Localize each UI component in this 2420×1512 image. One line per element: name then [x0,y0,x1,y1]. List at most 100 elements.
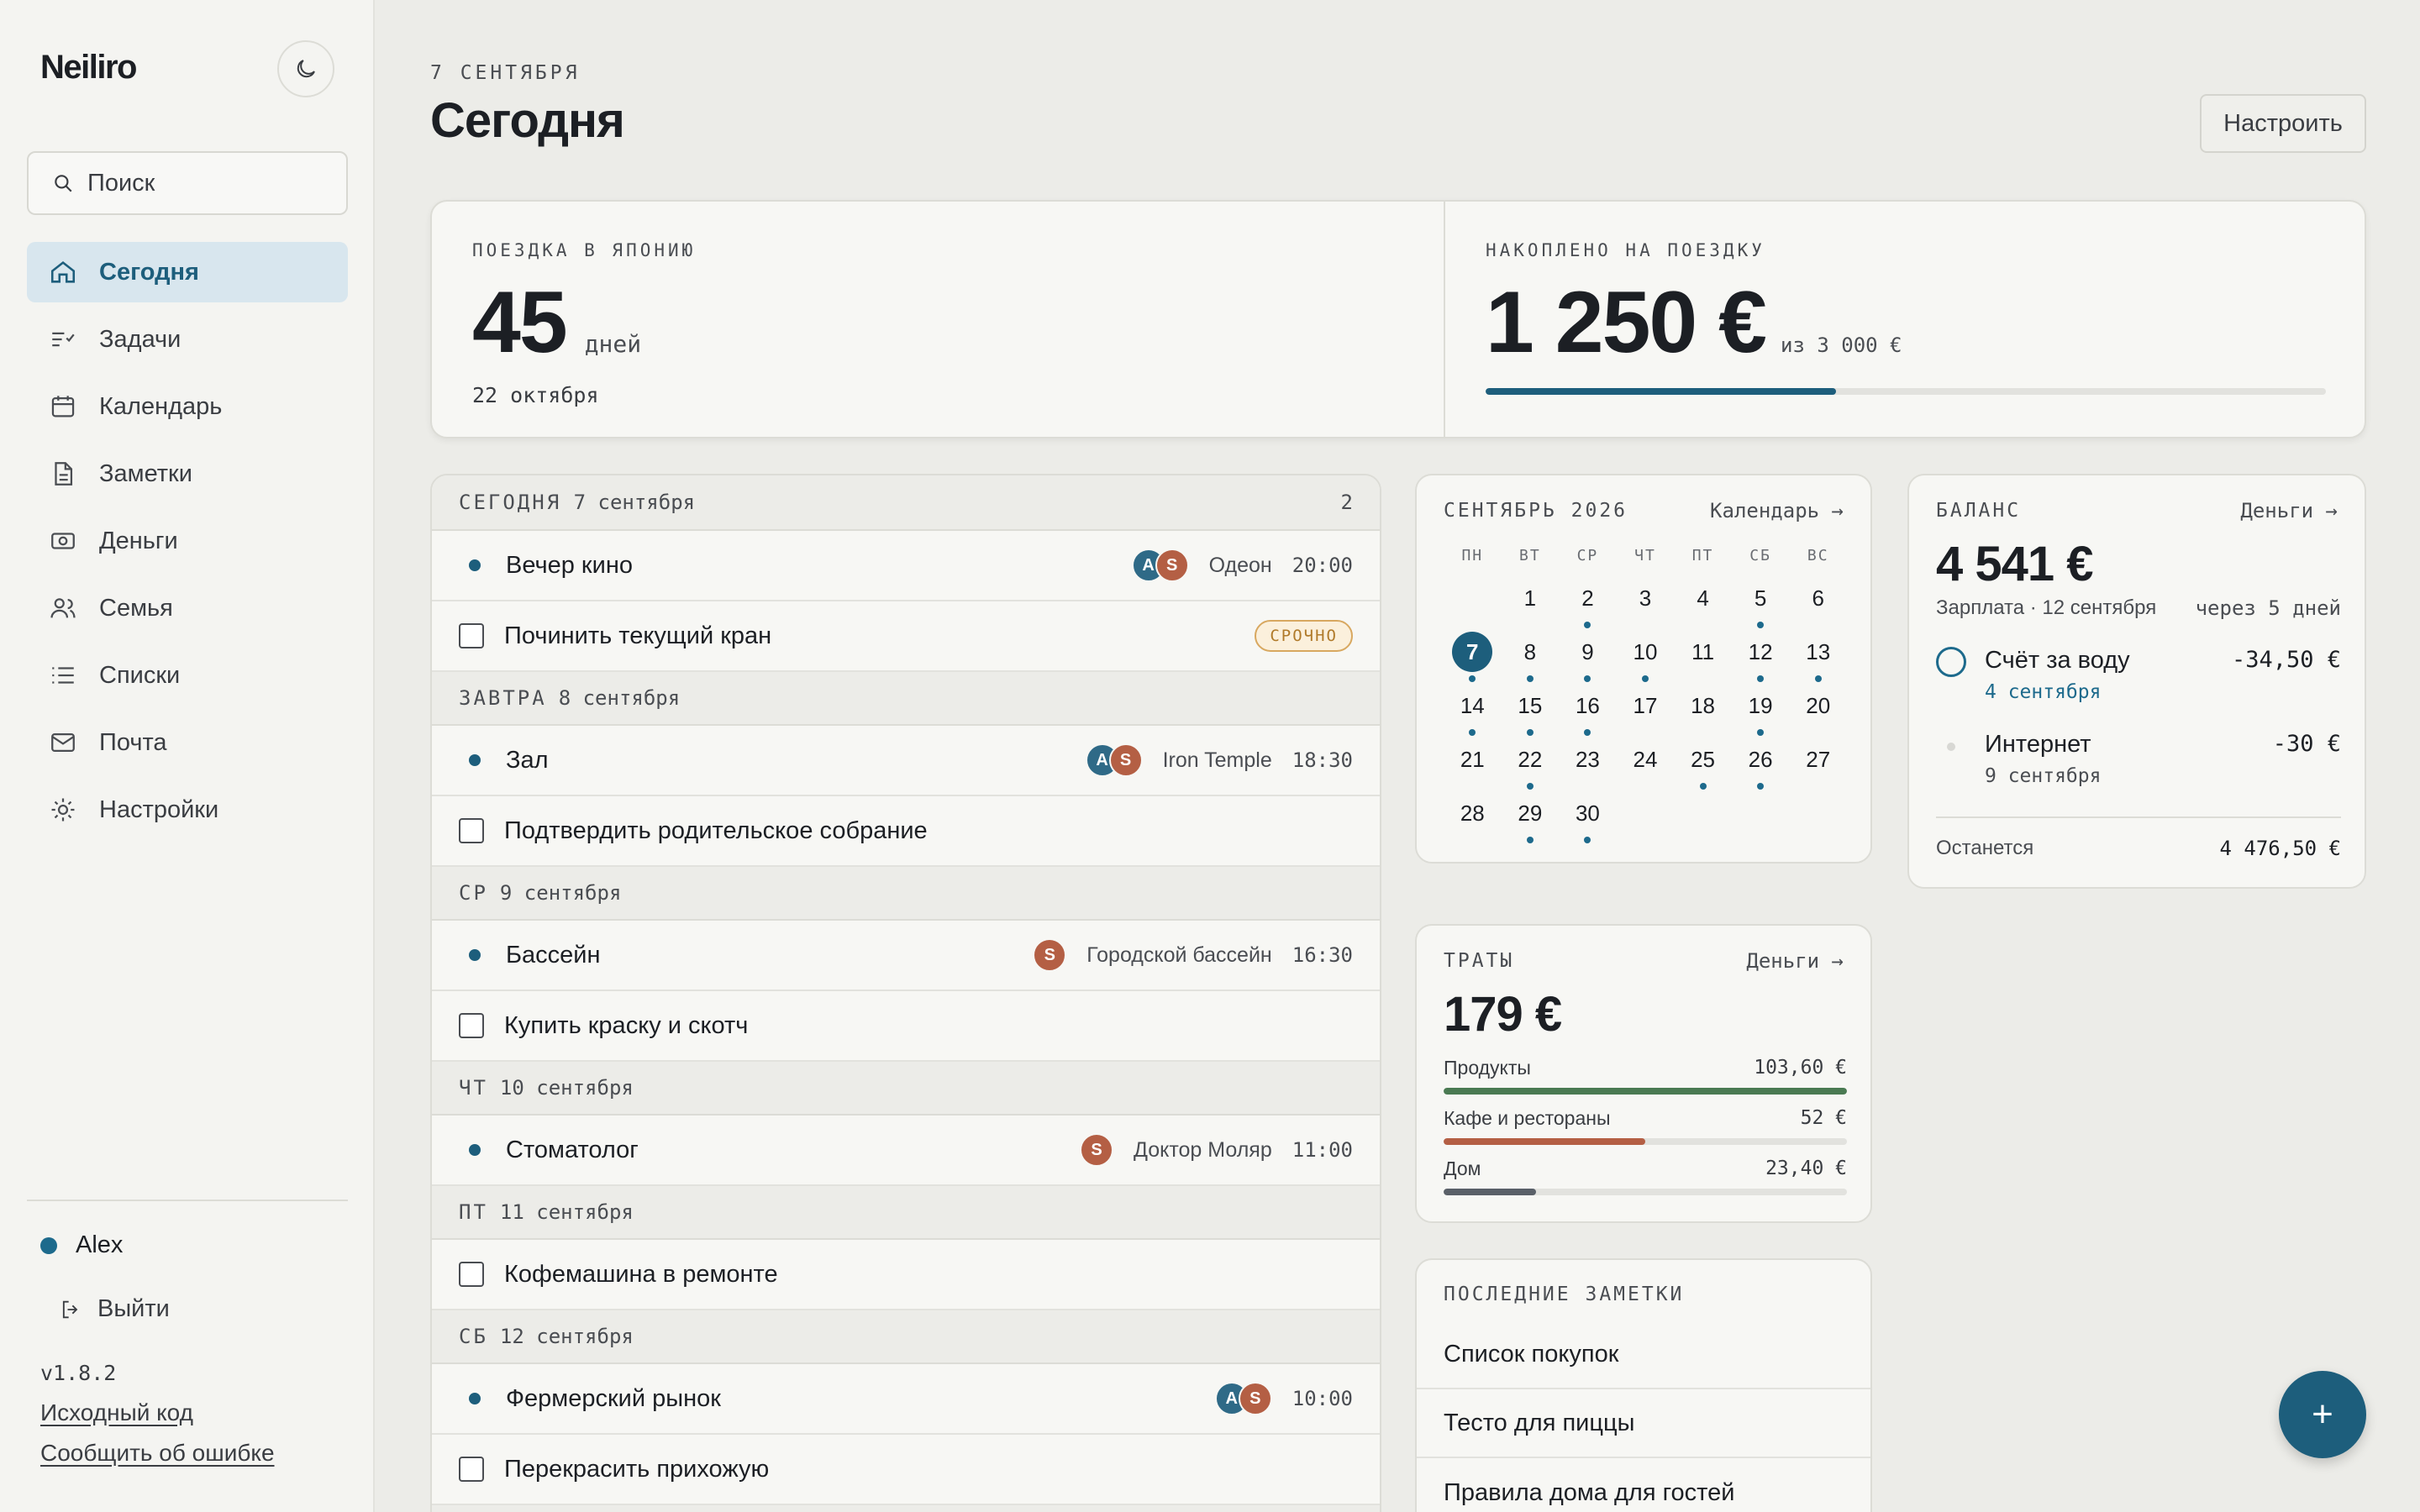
calendar-day-number: 23 [1575,747,1600,772]
calendar-day[interactable]: 9 [1559,632,1617,685]
balance-header: БАЛАНС Деньги → [1909,475,2365,522]
calendar-day[interactable]: 2 [1559,578,1617,632]
calendar-day[interactable]: 18 [1674,685,1732,739]
calendar-day-number: 9 [1581,639,1594,664]
nav-item-lists[interactable]: Списки [27,645,348,706]
note-item[interactable]: Тесто для пиццы [1417,1389,1870,1458]
attendees: A S [1131,549,1189,582]
calendar-day[interactable]: 12 [1732,632,1790,685]
note-item[interactable]: Правила дома для гостей [1417,1458,1870,1512]
calendar-day[interactable]: 25 [1674,739,1732,793]
calendar-day[interactable]: 27 [1789,739,1847,793]
task-row[interactable]: Подтвердить родительское собрание [432,796,1380,867]
nav-item-money[interactable]: Деньги [27,511,348,571]
money-link[interactable]: Деньги → [1746,949,1844,973]
add-button[interactable]: + [2279,1371,2366,1458]
configure-button[interactable]: Настроить [2200,94,2366,153]
calendar-day[interactable]: 1 [1502,578,1560,632]
nav-item-notes[interactable]: Заметки [27,444,348,504]
calendar-day[interactable]: 29 [1502,793,1560,847]
calendar-day[interactable]: 13 [1789,632,1847,685]
calendar-day[interactable]: 19 [1732,685,1790,739]
nav-item-calendar[interactable]: Календарь [27,376,348,437]
event-title: Вечер кино [506,551,633,579]
calendar-day-number: 28 [1460,801,1485,826]
calendar-day[interactable]: 21 [1444,739,1502,793]
nav-item-tasks[interactable]: Задачи [27,309,348,370]
user-profile[interactable]: Alex [40,1231,123,1259]
calendar-day[interactable]: 23 [1559,739,1617,793]
calendar-day[interactable]: 11 [1674,632,1732,685]
category-bar [1444,1189,1537,1195]
spending-amount: 179 € [1444,987,1562,1042]
trip-days: 45 [472,274,568,371]
theme-toggle-button[interactable] [277,40,334,97]
calendar-day[interactable]: 3 [1617,578,1675,632]
calendar-day-number: 5 [1754,585,1767,611]
calendar-day[interactable]: 28 [1444,793,1502,847]
search-input[interactable] [87,169,323,197]
event-row[interactable]: Стоматолог S Доктор Моляр 11:00 [432,1116,1380,1186]
calendar-day[interactable]: 14 [1444,685,1502,739]
calendar-day-number: 1 [1523,585,1537,611]
category-label: Продукты [1444,1057,1531,1079]
task-checkbox[interactable] [459,1262,484,1287]
category-label: Кафе и рестораны [1444,1107,1611,1129]
calendar-day-today[interactable]: 7 [1444,632,1502,685]
report-bug-link[interactable]: Сообщить об ошибке [40,1440,275,1467]
calendar-day-number: 6 [1812,585,1824,611]
day-separator: ПТ 11 сентября [432,1186,1380,1240]
calendar-day[interactable]: 8 [1502,632,1560,685]
calendar-day[interactable]: 24 [1617,739,1675,793]
calendar-day[interactable]: 4 [1674,578,1732,632]
money-icon [51,533,75,549]
nav-item-mail[interactable]: Почта [27,712,348,773]
source-code-link[interactable]: Исходный код [40,1399,193,1426]
logout-button[interactable]: Выйти [59,1295,170,1323]
task-row[interactable]: Кофемашина в ремонте [432,1240,1380,1310]
nav-label: Списки [99,661,181,689]
calendar-day[interactable]: 6 [1789,578,1847,632]
calendar-day[interactable]: 30 [1559,793,1617,847]
calendar-day[interactable]: 5 [1732,578,1790,632]
task-row[interactable]: Починить текущий кран СРОЧНО [432,601,1380,672]
bill-pay-toggle[interactable] [1936,647,1966,677]
task-row[interactable]: Купить краску и скотч [432,991,1380,1062]
money-link[interactable]: Деньги → [2240,499,2338,522]
day-kicker: ПТ [459,1200,488,1224]
event-time: 20:00 [1292,554,1353,577]
calendar-day[interactable]: 26 [1732,739,1790,793]
event-row[interactable]: Бассейн S Городской бассейн 16:30 [432,921,1380,991]
bill-item[interactable]: Счёт за воду 4 сентября -34,50 € [1936,647,2341,703]
task-checkbox[interactable] [459,1457,484,1482]
nav-label: Заметки [99,459,192,487]
task-row[interactable]: Перекрасить прихожую [432,1435,1380,1505]
calendar-day[interactable]: 10 [1617,632,1675,685]
nav-item-settings[interactable]: Настройки [27,780,348,840]
bill-item[interactable]: Интернет 9 сентября -30 € [1936,731,2341,787]
calendar-day[interactable]: 15 [1502,685,1560,739]
event-row[interactable]: Вечер кино A S Одеон 20:00 [432,531,1380,601]
calendar-day-number: 3 [1639,585,1652,611]
nav-label: Деньги [99,527,178,554]
calendar-day[interactable]: 20 [1789,685,1847,739]
app-logo[interactable]: Neiliro [40,49,137,87]
nav-item-family[interactable]: Семья [27,578,348,638]
calendar-link[interactable]: Календарь → [1710,499,1844,522]
attendees: S [1080,1133,1113,1167]
task-checkbox[interactable] [459,1013,484,1038]
event-row[interactable]: Фермерский рынок A S 10:00 [432,1364,1380,1435]
calendar-day[interactable]: 16 [1559,685,1617,739]
task-checkbox[interactable] [459,623,484,648]
task-checkbox[interactable] [459,818,484,843]
calendar-day[interactable]: 17 [1617,685,1675,739]
event-title: Зал [506,746,549,774]
search-box[interactable] [27,151,348,215]
event-indicator-dot [1469,675,1476,682]
nav-item-today[interactable]: Сегодня [27,242,348,302]
calendar-day-number: 4 [1697,585,1709,611]
calendar-day[interactable]: 22 [1502,739,1560,793]
logout-icon [62,1300,78,1318]
note-item[interactable]: Список покупок [1417,1320,1870,1389]
event-row[interactable]: Зал A S Iron Temple 18:30 [432,726,1380,796]
